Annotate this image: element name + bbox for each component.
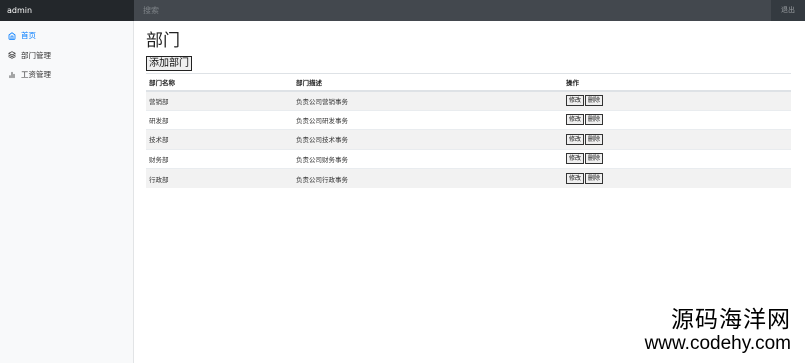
table-row: 研发部 负责公司研发事务 修改 删除 [146, 109, 791, 130]
table-row: 财务部 负责公司财务事务 修改 删除 [146, 148, 791, 169]
watermark: 源码海洋网 www.codehy.com [645, 307, 791, 355]
cell-actions: 修改 删除 [563, 90, 791, 110]
cell-description: 负责公司财务事务 [293, 148, 563, 169]
add-department-button[interactable]: 添加部门 [146, 56, 192, 71]
sidebar-item-departments[interactable]: 部门管理 [0, 46, 133, 66]
cell-description: 负责公司研发事务 [293, 109, 563, 130]
delete-button[interactable]: 删除 [585, 153, 604, 165]
column-header-actions: 操作 [563, 73, 791, 92]
sidebar-item-home[interactable]: 首页 [0, 26, 133, 46]
sidebar-item-label: 部门管理 [21, 50, 51, 60]
edit-button[interactable]: 修改 [566, 114, 585, 126]
cell-name: 行政部 [146, 168, 293, 188]
department-table: 部门名称 部门描述 操作 营销部 负责公司营销事务 修改 删除 研发部 负责公司研… [146, 73, 791, 188]
cell-description: 负责公司营销事务 [293, 90, 563, 110]
cell-actions: 修改 删除 [563, 148, 791, 169]
delete-button[interactable]: 删除 [585, 114, 604, 126]
column-header-name: 部门名称 [146, 73, 293, 92]
sidebar-item-salary[interactable]: 工资管理 [0, 65, 133, 85]
cell-actions: 修改 删除 [563, 109, 791, 130]
cell-actions: 修改 删除 [563, 129, 791, 149]
edit-button[interactable]: 修改 [566, 153, 585, 165]
search-input[interactable] [134, 0, 771, 21]
sidebar: 首页 部门管理 工资管理 [0, 21, 134, 363]
bar-chart-icon [9, 71, 15, 78]
cell-name: 营销部 [146, 90, 293, 110]
table-row: 行政部 负责公司行政事务 修改 删除 [146, 168, 791, 188]
table-row: 营销部 负责公司营销事务 修改 删除 [146, 90, 791, 110]
cell-description: 负责公司技术事务 [293, 129, 563, 149]
cell-name: 技术部 [146, 129, 293, 149]
logout-link[interactable]: 退出 [771, 0, 805, 21]
page-title: 部门 [146, 31, 180, 51]
cell-name: 财务部 [146, 148, 293, 169]
column-header-description: 部门描述 [293, 73, 563, 92]
main-content: 部门 添加部门 部门名称 部门描述 操作 营销部 负责公司营销事务 修改 删除 研… [146, 21, 791, 188]
sidebar-item-label: 首页 [21, 31, 36, 41]
brand-link[interactable]: admin [0, 0, 134, 21]
table-row: 技术部 负责公司技术事务 修改 删除 [146, 129, 791, 149]
layers-icon [8, 51, 16, 59]
delete-button[interactable]: 删除 [585, 133, 604, 145]
top-navbar: admin 退出 [0, 0, 805, 21]
watermark-title: 源码海洋网 [671, 307, 791, 333]
edit-button[interactable]: 修改 [566, 133, 585, 145]
delete-button[interactable]: 删除 [585, 95, 604, 106]
cell-actions: 修改 删除 [563, 168, 791, 188]
table-header-row: 部门名称 部门描述 操作 [146, 73, 791, 92]
edit-button[interactable]: 修改 [566, 95, 585, 106]
watermark-url: www.codehy.com [644, 333, 791, 354]
sidebar-item-label: 工资管理 [21, 70, 51, 80]
edit-button[interactable]: 修改 [566, 173, 585, 184]
home-icon [8, 32, 16, 40]
delete-button[interactable]: 删除 [585, 173, 604, 184]
cell-name: 研发部 [146, 109, 293, 130]
cell-description: 负责公司行政事务 [293, 168, 563, 188]
